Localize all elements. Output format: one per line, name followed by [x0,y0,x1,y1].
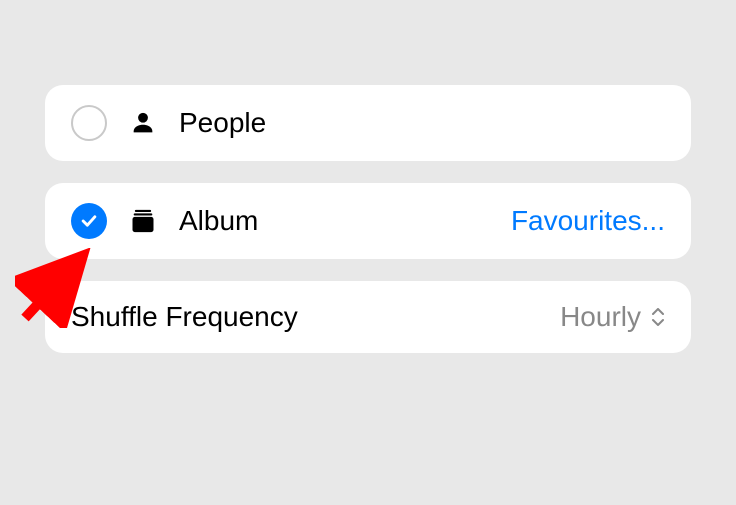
option-people-label: People [179,107,665,139]
shuffle-frequency-value: Hourly [560,301,665,333]
radio-checked-icon[interactable] [71,203,107,239]
option-album-row[interactable]: Album Favourites... [45,183,691,259]
person-icon [127,109,159,137]
album-picker-link[interactable]: Favourites... [511,205,665,237]
shuffle-frequency-row[interactable]: Shuffle Frequency Hourly [45,281,691,353]
chevron-up-down-icon [651,308,665,326]
radio-unchecked-icon[interactable] [71,105,107,141]
option-album-label: Album [179,205,491,237]
shuffle-frequency-label: Shuffle Frequency [71,301,540,333]
option-people-row[interactable]: People [45,85,691,161]
album-icon [127,207,159,235]
